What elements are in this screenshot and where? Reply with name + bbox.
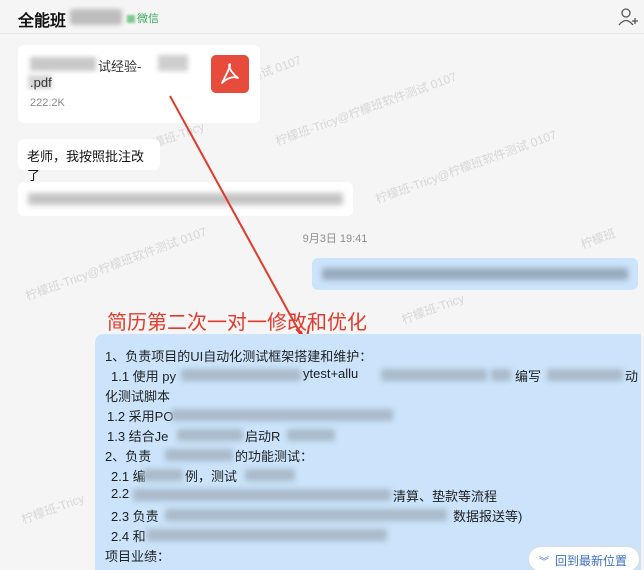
resume-line: 2.4 和 xyxy=(111,529,146,544)
chat-header: 全能班 微信 xyxy=(0,0,644,34)
resume-line: 1.1 使用 py xyxy=(111,369,177,384)
pdf-icon xyxy=(211,55,249,93)
redacted-text xyxy=(147,529,387,541)
jump-to-latest-button[interactable]: ︾ 回到最新位置 xyxy=(528,546,640,570)
resume-line: 动 xyxy=(625,369,639,384)
redacted-text xyxy=(171,409,393,421)
redacted-title xyxy=(70,9,122,25)
jump-to-latest-label: 回到最新位置 xyxy=(555,554,628,568)
redacted-filename xyxy=(158,55,188,71)
redacted-text xyxy=(245,469,295,481)
double-chevron-down-icon: ︾ xyxy=(539,557,549,568)
incoming-message-redacted[interactable] xyxy=(18,182,353,216)
watermark: 柠檬班-Tricy xyxy=(399,291,467,327)
file-name: 试经验- xyxy=(98,59,142,74)
redacted-text xyxy=(547,369,623,381)
resume-line: 2.3 负责 xyxy=(111,509,159,524)
add-member-icon[interactable] xyxy=(618,7,638,27)
redacted-text xyxy=(491,369,511,381)
wechat-tag: 微信 xyxy=(127,10,159,26)
watermark: 柠檬班 xyxy=(578,226,618,252)
chat-title[interactable]: 全能班 xyxy=(18,7,66,31)
redacted-text xyxy=(165,449,233,461)
redacted-text xyxy=(381,369,487,381)
resume-line: 的功能测试： xyxy=(235,449,314,464)
redacted-text xyxy=(133,489,391,501)
resume-line: 编写 xyxy=(515,369,542,384)
resume-line: 1.2 采用PO xyxy=(107,409,174,424)
resume-message[interactable]: 1、负责项目的UI自动化测试框架搭建和维护： 1.1 使用 py ytest+a… xyxy=(95,334,641,570)
resume-line: 项目业绩： xyxy=(105,549,171,564)
resume-line: 2、负责 xyxy=(105,449,152,464)
resume-line: 1、负责项目的UI自动化测试框架搭建和维护： xyxy=(105,349,373,364)
file-size: 222.2K xyxy=(30,97,65,109)
resume-line: 2.1 编 xyxy=(111,469,146,484)
redacted-text xyxy=(322,268,628,280)
resume-line: 1.3 结合Je xyxy=(107,429,169,444)
annotation-text: 简历第二次一对一修改和优化 xyxy=(107,310,367,334)
watermark: 柠檬班-Tricy@柠檬班软件测试 0107 xyxy=(273,69,459,149)
resume-line: 数据报送等) xyxy=(453,509,523,524)
resume-line: ytest+allu xyxy=(303,366,359,381)
watermark: 柠檬班-Tricy@柠檬班软件测试 0107 xyxy=(373,127,559,207)
resume-line: 化测试脚本 xyxy=(105,389,171,404)
time-separator: 9月3日 19:41 xyxy=(302,233,368,245)
outgoing-message-redacted[interactable] xyxy=(312,258,638,290)
redacted-text xyxy=(28,193,343,205)
resume-line: 启动R xyxy=(245,429,281,444)
redacted-text xyxy=(177,429,243,441)
redacted-filename xyxy=(30,57,96,71)
watermark: 柠檬班-Tricy@柠檬班软件测试 0107 xyxy=(23,224,209,304)
redacted-text xyxy=(143,469,183,481)
resume-line: 2.2 xyxy=(111,486,130,501)
redacted-text xyxy=(181,369,301,381)
redacted-text xyxy=(287,429,335,441)
resume-line: 例，测试 xyxy=(185,469,238,484)
redacted-text xyxy=(165,509,447,521)
file-extension: .pdf xyxy=(30,75,52,90)
file-message-card[interactable]: 试经验- .pdf 222.2K xyxy=(18,45,260,123)
incoming-message[interactable]: 老师，我按照批注改了 xyxy=(18,139,160,183)
watermark: 柠檬班-Tricy xyxy=(19,491,87,527)
resume-line: 清算、垫款等流程 xyxy=(393,489,498,504)
